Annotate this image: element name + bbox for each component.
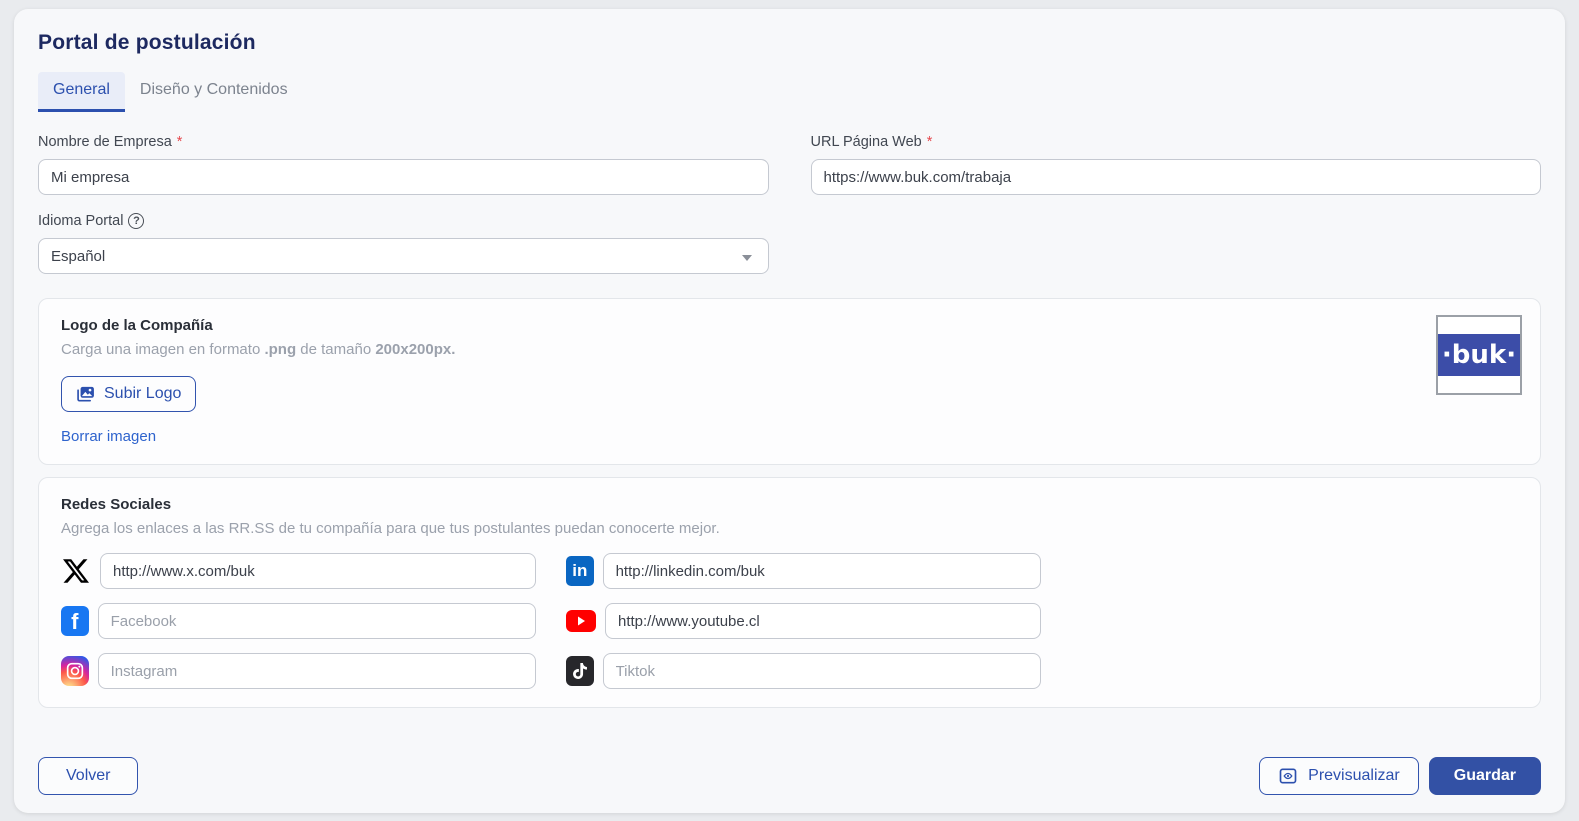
company-logo-preview: ·buk· — [1436, 315, 1522, 395]
company-name-field-group: Nombre de Empresa * — [38, 134, 769, 195]
tab-bar: General Diseño y Contenidos — [38, 72, 1541, 112]
youtube-url-input[interactable] — [605, 603, 1041, 639]
linkedin-icon: in — [566, 556, 594, 586]
tab-diseno-y-contenidos[interactable]: Diseño y Contenidos — [125, 72, 303, 112]
social-row-facebook: f — [61, 603, 536, 639]
social-section-subtitle: Agrega los enlaces a las RR.SS de tu com… — [61, 520, 1518, 537]
logo-section-title: Logo de la Compañía — [61, 317, 1518, 334]
social-links-grid: in f — [61, 553, 1518, 689]
company-name-input[interactable] — [38, 159, 769, 195]
social-row-linkedin: in — [566, 553, 1041, 589]
company-logo-section: Logo de la Compañía Carga una imagen en … — [38, 298, 1541, 465]
facebook-icon: f — [61, 606, 89, 636]
portal-language-selected-value: Español — [51, 248, 105, 265]
delete-image-link[interactable]: Borrar imagen — [61, 428, 156, 445]
page-title: Portal de postulación — [38, 31, 1541, 55]
portal-language-select[interactable]: Español — [38, 238, 769, 274]
logo-section-subtitle: Carga una imagen en formato .png de tama… — [61, 341, 1518, 358]
tab-general[interactable]: General — [38, 72, 125, 112]
company-name-label: Nombre de Empresa * — [38, 134, 769, 150]
save-button[interactable]: Guardar — [1429, 757, 1541, 795]
preview-eye-icon — [1278, 766, 1298, 786]
website-url-label: URL Página Web * — [811, 134, 1542, 150]
instagram-url-input[interactable] — [98, 653, 536, 689]
chevron-down-icon — [742, 255, 752, 261]
portal-settings-card: Portal de postulación General Diseño y C… — [14, 9, 1565, 813]
upload-logo-button[interactable]: Subir Logo — [61, 376, 196, 412]
buk-logo: ·buk· — [1438, 334, 1520, 376]
social-row-youtube — [566, 603, 1041, 639]
preview-button[interactable]: Previsualizar — [1259, 757, 1419, 795]
form-row-1: Nombre de Empresa * URL Página Web * — [38, 134, 1541, 195]
tiktok-url-input[interactable] — [603, 653, 1041, 689]
required-asterisk: * — [927, 134, 933, 150]
x-url-input[interactable] — [100, 553, 536, 589]
help-icon[interactable]: ? — [128, 213, 144, 229]
facebook-url-input[interactable] — [98, 603, 536, 639]
youtube-icon — [566, 606, 596, 636]
footer-action-bar: Volver Previsualizar Guardar — [38, 757, 1541, 795]
x-icon — [61, 556, 91, 586]
social-row-x — [61, 553, 536, 589]
tiktok-icon — [566, 656, 594, 686]
website-url-field-group: URL Página Web * — [811, 134, 1542, 195]
social-section-title: Redes Sociales — [61, 496, 1518, 513]
image-upload-icon — [76, 384, 96, 404]
back-button[interactable]: Volver — [38, 757, 138, 795]
social-networks-section: Redes Sociales Agrega los enlaces a las … — [38, 477, 1541, 708]
portal-language-field-group: Idioma Portal ? Español — [38, 213, 769, 274]
social-row-tiktok — [566, 653, 1041, 689]
required-asterisk: * — [177, 134, 183, 150]
portal-language-label: Idioma Portal ? — [38, 213, 769, 229]
linkedin-url-input[interactable] — [603, 553, 1041, 589]
form-row-2: Idioma Portal ? Español — [38, 213, 1541, 274]
instagram-icon — [61, 656, 89, 686]
website-url-input[interactable] — [811, 159, 1542, 195]
social-row-instagram — [61, 653, 536, 689]
